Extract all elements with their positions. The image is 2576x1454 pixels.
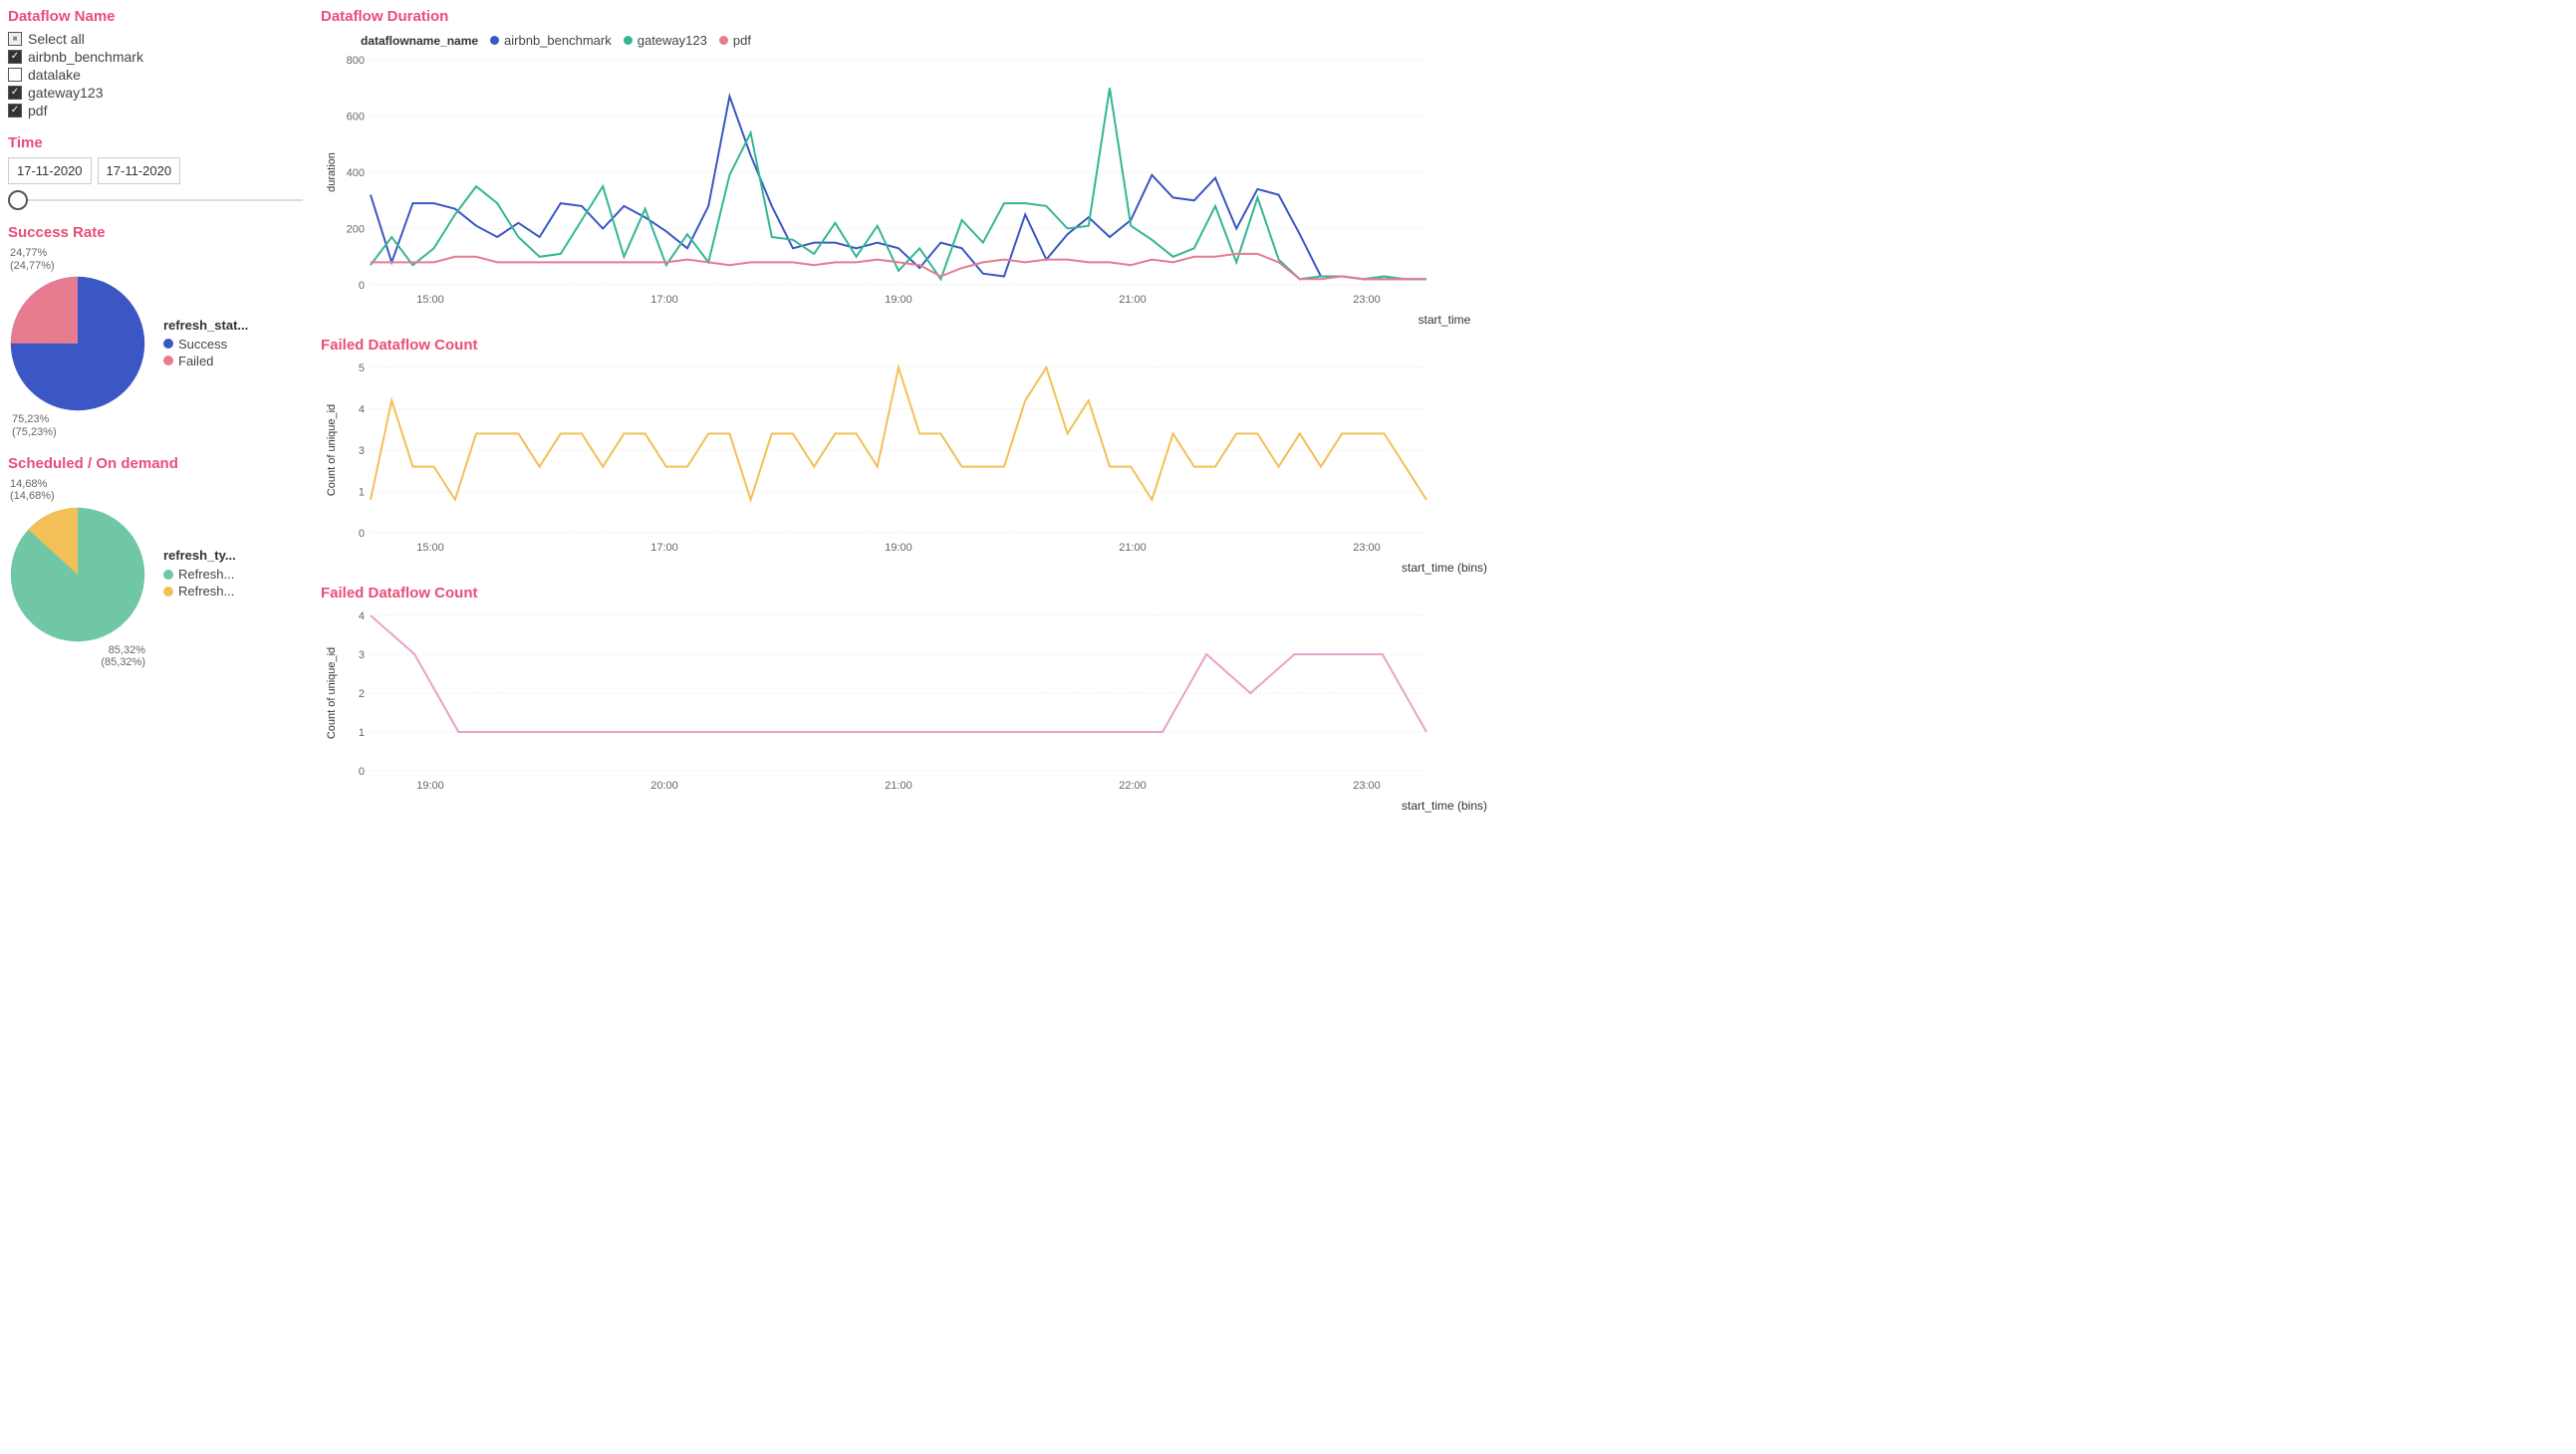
success-sub: (75,23%) (12, 426, 147, 439)
success-rate-pie: 24,77% (24,77%) 75,23% (75,23%) (8, 247, 147, 441)
svg-text:3: 3 (359, 445, 365, 457)
svg-text:800: 800 (347, 55, 365, 67)
legend-refresh-a[interactable]: Refresh... (163, 567, 236, 582)
failed-pct: 24,77% (10, 247, 147, 260)
svg-text:17:00: 17:00 (650, 294, 678, 306)
filter-item-select-all[interactable]: Select all (8, 31, 307, 47)
legend-failed[interactable]: Failed (163, 354, 248, 368)
failed1-chart-panel: Failed Dataflow Count 0 1 3 4 5 15:00 17:00 19:… (321, 337, 2568, 575)
svg-text:4: 4 (359, 610, 365, 622)
svg-text:1: 1 (359, 727, 365, 739)
filter-item-label: airbnb_benchmark (28, 49, 143, 65)
duration-chart: 0 200 400 600 800 15:00 17:00 19:00 21:00 23:00 du… (321, 52, 1436, 311)
filter-time: Time 17-11-2020 17-11-2020 (8, 134, 307, 210)
success-rate-panel: Success Rate 24,77% (24,77%) 75,23% (75,… (8, 224, 307, 441)
legend-refresh-b[interactable]: Refresh... (163, 584, 236, 599)
filter-item-label: Select all (28, 31, 85, 47)
svg-text:600: 600 (347, 112, 365, 123)
svg-text:21:00: 21:00 (1119, 542, 1147, 554)
scheduled-pie: 14,68% (14,68%) 85,32% (85,32%) (8, 478, 147, 672)
x-axis-label: start_time (bins) (321, 561, 2568, 575)
success-pct: 75,23% (12, 413, 147, 426)
sched-b-pct: 85,32% (8, 644, 145, 657)
svg-text:1: 1 (359, 487, 365, 499)
time-title: Time (8, 134, 307, 151)
failed-sub: (24,77%) (10, 260, 147, 273)
failed2-chart: 0 1 2 3 4 19:00 20:00 21:00 22:00 23:00 Count of u… (321, 607, 1436, 797)
duration-title: Dataflow Duration (321, 8, 2568, 25)
svg-text:22:00: 22:00 (1119, 780, 1147, 792)
legend-success[interactable]: Success (163, 337, 248, 352)
svg-text:21:00: 21:00 (1119, 294, 1147, 306)
legend-pdf[interactable]: pdf (719, 33, 751, 48)
filter-item-label: gateway123 (28, 85, 104, 101)
svg-text:17:00: 17:00 (650, 542, 678, 554)
sched-a-sub: (14,68%) (10, 490, 147, 503)
filter-item-label: pdf (28, 103, 47, 119)
success-rate-legend: refresh_stat... Success Failed (163, 318, 248, 370)
svg-text:19:00: 19:00 (885, 294, 912, 306)
svg-text:0: 0 (359, 528, 365, 540)
svg-text:19:00: 19:00 (416, 780, 444, 792)
filter-item-datalake[interactable]: datalake (8, 67, 307, 83)
legend-title: refresh_stat... (163, 318, 248, 333)
time-slider[interactable] (8, 190, 307, 210)
legend-lead: dataflowname_name (361, 34, 478, 48)
svg-text:23:00: 23:00 (1353, 294, 1381, 306)
failed1-title: Failed Dataflow Count (321, 337, 2568, 354)
svg-text:3: 3 (359, 649, 365, 661)
filter-title: Dataflow Name (8, 8, 307, 25)
svg-text:5: 5 (359, 363, 365, 374)
svg-text:15:00: 15:00 (416, 294, 444, 306)
success-rate-title: Success Rate (8, 224, 307, 241)
checkbox-icon[interactable] (8, 104, 22, 118)
svg-text:400: 400 (347, 167, 365, 179)
x-axis-label: start_time (bins) (321, 799, 2568, 813)
duration-legend: dataflowname_name airbnb_benchmark gatew… (321, 31, 2568, 50)
date-from[interactable]: 17-11-2020 (8, 157, 92, 184)
x-axis-label: start_time (321, 313, 2568, 327)
failed2-title: Failed Dataflow Count (321, 585, 2568, 602)
scheduled-legend: refresh_ty... Refresh... Refresh... (163, 548, 236, 601)
sched-b-sub: (85,32%) (8, 656, 145, 669)
legend-airbnb[interactable]: airbnb_benchmark (490, 33, 612, 48)
svg-text:23:00: 23:00 (1353, 542, 1381, 554)
failed1-chart: 0 1 3 4 5 15:00 17:00 19:00 21:00 23:00 Count of u… (321, 360, 1436, 559)
checkbox-icon[interactable] (8, 32, 22, 46)
legend-title: refresh_ty... (163, 548, 236, 563)
svg-text:21:00: 21:00 (885, 780, 912, 792)
filter-item-label: datalake (28, 67, 81, 83)
filter-dataflow-name: Dataflow Name Select all airbnb_benchmark… (8, 8, 307, 121)
svg-text:Count of unique_id: Count of unique_id (326, 647, 338, 739)
duration-chart-panel: Dataflow Duration dataflowname_name airb… (321, 8, 2568, 327)
checkbox-icon[interactable] (8, 68, 22, 82)
sched-a-pct: 14,68% (10, 478, 147, 491)
filter-item-airbnb-benchmark[interactable]: airbnb_benchmark (8, 49, 307, 65)
svg-text:duration: duration (326, 152, 338, 192)
svg-text:0: 0 (359, 766, 365, 778)
svg-text:15:00: 15:00 (416, 542, 444, 554)
filter-item-gateway123[interactable]: gateway123 (8, 85, 307, 101)
svg-text:200: 200 (347, 224, 365, 236)
filter-item-pdf[interactable]: pdf (8, 103, 307, 119)
svg-text:0: 0 (359, 280, 365, 292)
svg-text:20:00: 20:00 (650, 780, 678, 792)
checkbox-icon[interactable] (8, 86, 22, 100)
svg-text:2: 2 (359, 688, 365, 700)
svg-text:23:00: 23:00 (1353, 780, 1381, 792)
scheduled-panel: Scheduled / On demand 14,68% (14,68%) 85… (8, 455, 307, 672)
slider-handle[interactable] (8, 190, 28, 210)
svg-text:Count of unique_id: Count of unique_id (326, 404, 338, 496)
date-to[interactable]: 17-11-2020 (98, 157, 181, 184)
scheduled-title: Scheduled / On demand (8, 455, 307, 472)
checkbox-icon[interactable] (8, 50, 22, 64)
legend-gateway[interactable]: gateway123 (624, 33, 707, 48)
svg-text:4: 4 (359, 404, 365, 416)
svg-text:19:00: 19:00 (885, 542, 912, 554)
failed2-chart-panel: Failed Dataflow Count 0 1 2 3 4 19:00 20:00 21:… (321, 585, 2568, 813)
